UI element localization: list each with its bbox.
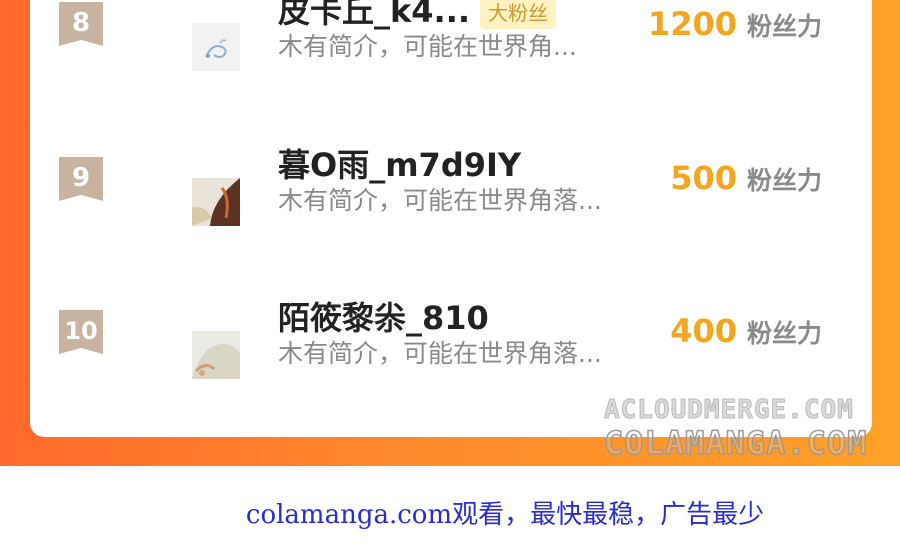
watermark-line-1: ACLOUDMERGE.COM xyxy=(604,395,854,426)
avatar[interactable] xyxy=(192,331,240,379)
user-name-text: 皮卡丘_k4... xyxy=(278,0,471,30)
fan-power-unit: 粉丝力 xyxy=(746,319,822,348)
fan-power: 400 粉丝力 xyxy=(670,311,822,357)
fan-leaderboard-card: 8 皮卡丘_k4... 大粉丝 木有简介，可能在世界角... 1200 粉丝力 9 xyxy=(30,0,872,437)
fan-power-value: 1200 xyxy=(647,5,737,43)
rank-ribbon: 9 xyxy=(59,157,103,201)
rank-ribbon: 10 xyxy=(59,310,103,354)
rank-ribbon: 8 xyxy=(59,2,103,46)
fan-power: 1200 粉丝力 xyxy=(648,4,822,50)
big-fan-badge: 大粉丝 xyxy=(480,0,557,29)
fan-power-unit: 粉丝力 xyxy=(746,166,822,195)
fan-power-value: 400 xyxy=(670,312,737,350)
avatar-image xyxy=(192,178,240,226)
watermark-line-2: COLAMANGA.COM xyxy=(603,423,868,463)
user-name-text: 陌筱黎尜_810 xyxy=(278,299,489,337)
user-bio: 木有简介，可能在世界角落... xyxy=(278,186,602,215)
avatar-image xyxy=(192,23,240,71)
user-name-text: 暮O雨_m7d9IY xyxy=(278,146,522,184)
fan-power-value: 500 xyxy=(670,159,737,197)
fan-power: 500 粉丝力 xyxy=(670,158,822,204)
leaderboard-row[interactable]: 9 暮O雨_m7d9IY 木有简介，可能在世界角落... 500 粉丝力 xyxy=(30,130,872,280)
fan-power-unit: 粉丝力 xyxy=(746,12,822,41)
avatar-image xyxy=(192,331,240,379)
avatar[interactable] xyxy=(192,23,240,71)
footer-promo-link[interactable]: colamanga.com观看，最快最稳，广告最少 xyxy=(0,494,900,531)
user-bio: 木有简介，可能在世界角... xyxy=(278,32,577,61)
avatar[interactable] xyxy=(192,178,240,226)
user-name[interactable]: 暮O雨_m7d9IY xyxy=(278,145,521,185)
leaderboard-row[interactable]: 8 皮卡丘_k4... 大粉丝 木有简介，可能在世界角... 1200 粉丝力 xyxy=(30,0,872,130)
user-name[interactable]: 皮卡丘_k4... 大粉丝 xyxy=(278,0,557,31)
user-bio: 木有简介，可能在世界角落... xyxy=(278,339,602,368)
user-name[interactable]: 陌筱黎尜_810 xyxy=(278,298,489,338)
